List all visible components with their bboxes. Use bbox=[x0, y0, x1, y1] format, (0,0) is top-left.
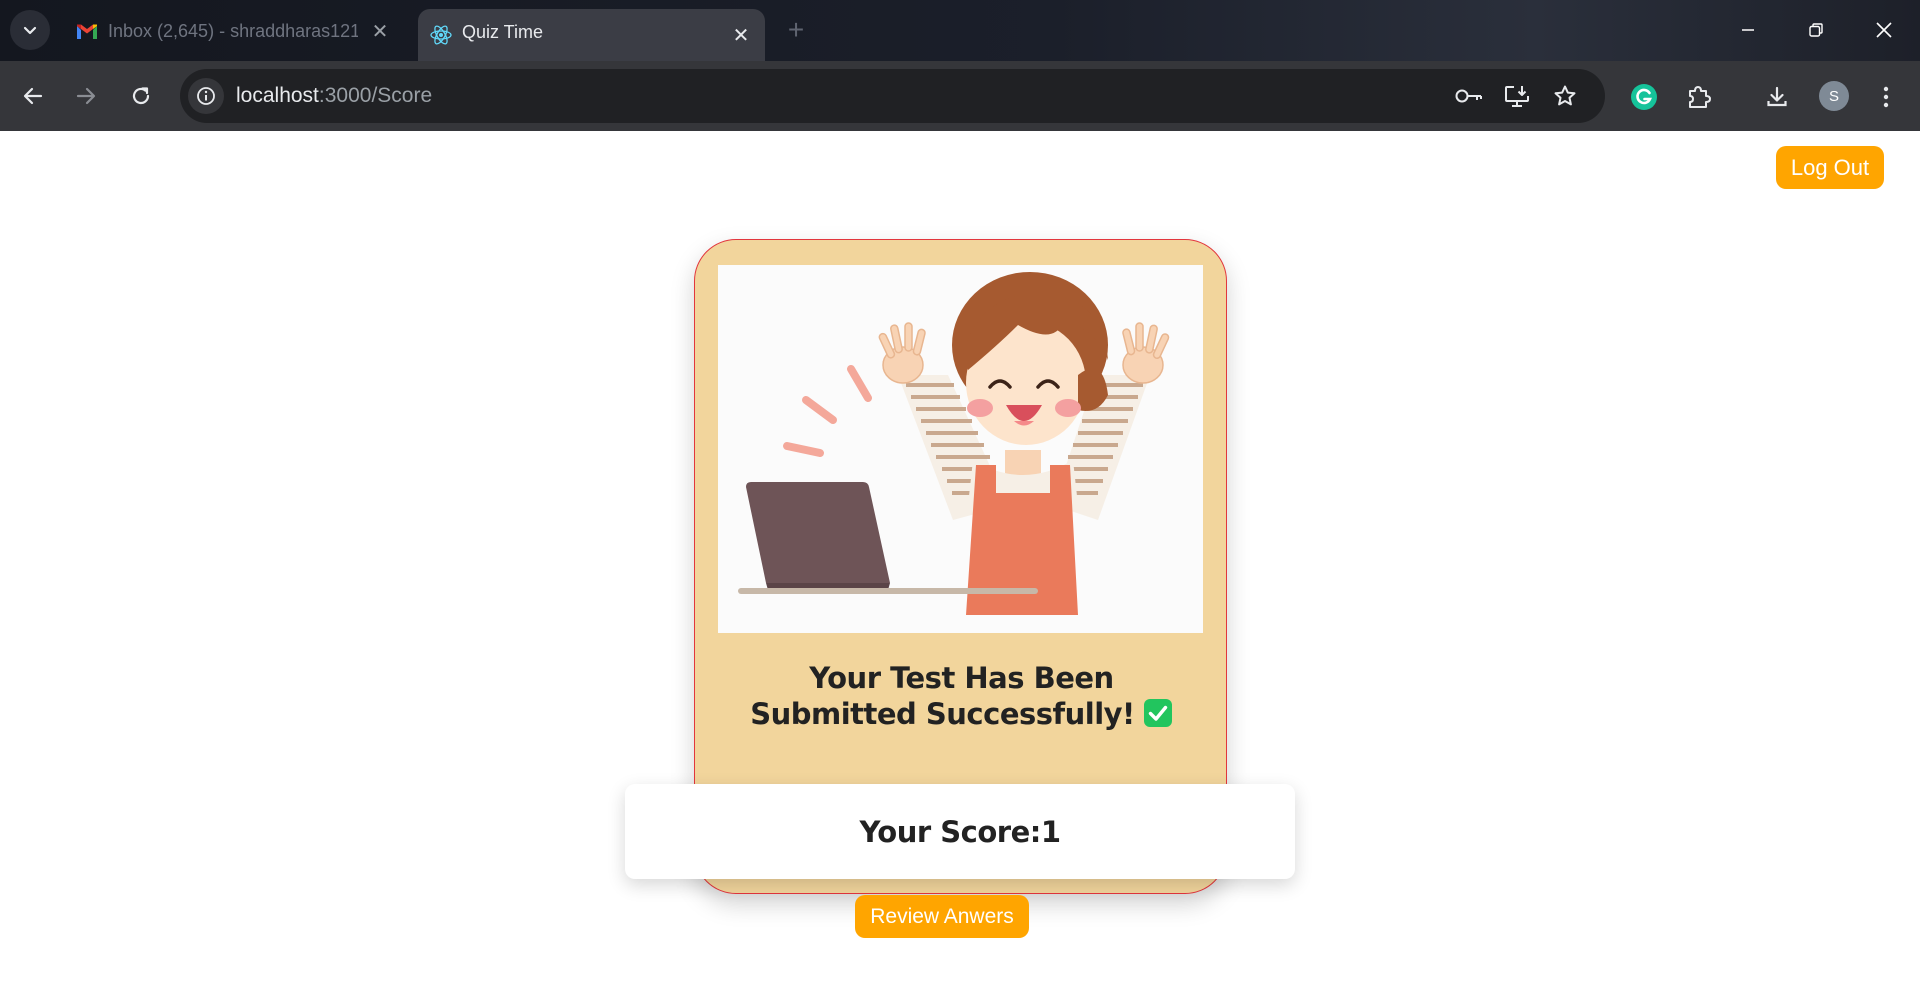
tab-title: Inbox (2,645) - shraddharas121 bbox=[108, 20, 358, 41]
url-path: :3000/Score bbox=[318, 84, 433, 107]
install-icon bbox=[1505, 86, 1529, 107]
gmail-icon bbox=[76, 20, 98, 42]
grammarly-extension-button[interactable] bbox=[1627, 80, 1661, 114]
score-value: 1 bbox=[1040, 814, 1061, 849]
install-app-button[interactable] bbox=[1502, 81, 1532, 111]
reload-icon bbox=[132, 87, 150, 105]
close-window-button[interactable] bbox=[1854, 6, 1914, 54]
score-card: Your Score:1 bbox=[625, 784, 1295, 879]
restore-icon bbox=[1809, 23, 1823, 37]
grammarly-icon bbox=[1631, 84, 1657, 110]
address-bar[interactable]: localhost:3000/Score bbox=[180, 69, 1605, 123]
password-key-button[interactable] bbox=[1454, 81, 1484, 111]
score-label: Your Score:1 bbox=[859, 814, 1061, 849]
minimize-icon bbox=[1742, 29, 1754, 31]
forward-button[interactable] bbox=[65, 75, 107, 117]
submission-message-text: Your Test Has Been Submitted Successfull… bbox=[750, 661, 1135, 731]
close-icon bbox=[1876, 22, 1892, 38]
back-button[interactable] bbox=[12, 75, 54, 117]
key-icon bbox=[1455, 89, 1482, 103]
close-tab-icon[interactable]: ✕ bbox=[370, 21, 390, 43]
score-label-text: Your Score: bbox=[859, 814, 1041, 849]
profile-avatar[interactable]: S bbox=[1819, 81, 1849, 111]
tab-gmail[interactable]: Inbox (2,645) - shraddharas121 ✕ bbox=[64, 9, 404, 53]
minimize-button[interactable] bbox=[1718, 6, 1778, 54]
download-icon bbox=[1767, 86, 1787, 107]
puzzle-icon bbox=[1689, 86, 1711, 108]
bookmark-button[interactable] bbox=[1550, 81, 1580, 111]
tab-title: Quiz Time bbox=[462, 22, 544, 42]
info-icon bbox=[197, 87, 215, 105]
downloads-button[interactable] bbox=[1760, 80, 1794, 114]
tab-strip: Inbox (2,645) - shraddharas121 ✕ Quiz Ti… bbox=[0, 0, 1920, 61]
browser-menu-button[interactable] bbox=[1869, 80, 1903, 114]
arrow-left-icon bbox=[23, 87, 43, 105]
reload-button[interactable] bbox=[120, 75, 162, 117]
restore-button[interactable] bbox=[1786, 6, 1846, 54]
react-icon bbox=[430, 24, 452, 46]
check-mark-icon bbox=[1143, 699, 1172, 727]
tab-search-button[interactable] bbox=[10, 10, 50, 50]
star-icon bbox=[1554, 85, 1576, 106]
url-host: localhost bbox=[236, 84, 319, 107]
page-content: Log Out Your Test Has Been Submitted Suc… bbox=[0, 131, 1920, 1000]
close-tab-icon[interactable]: ✕ bbox=[731, 25, 751, 47]
extensions-button[interactable] bbox=[1682, 80, 1716, 114]
tab-quiz-time[interactable]: Quiz Time ✕ bbox=[418, 9, 765, 61]
celebration-illustration bbox=[718, 265, 1203, 633]
chevron-down-icon bbox=[23, 26, 37, 35]
review-answers-button[interactable]: Review Anwers bbox=[855, 895, 1029, 938]
logout-button[interactable]: Log Out bbox=[1776, 146, 1884, 189]
arrow-right-icon bbox=[76, 87, 96, 105]
site-info-button[interactable] bbox=[188, 78, 224, 114]
browser-toolbar: localhost:3000/Score bbox=[0, 61, 1920, 131]
submission-message: Your Test Has Been Submitted Successfull… bbox=[725, 660, 1198, 732]
url-text[interactable]: localhost:3000/Score bbox=[236, 84, 432, 108]
more-vertical-icon bbox=[1883, 86, 1889, 108]
new-tab-button[interactable]: + bbox=[780, 14, 812, 46]
